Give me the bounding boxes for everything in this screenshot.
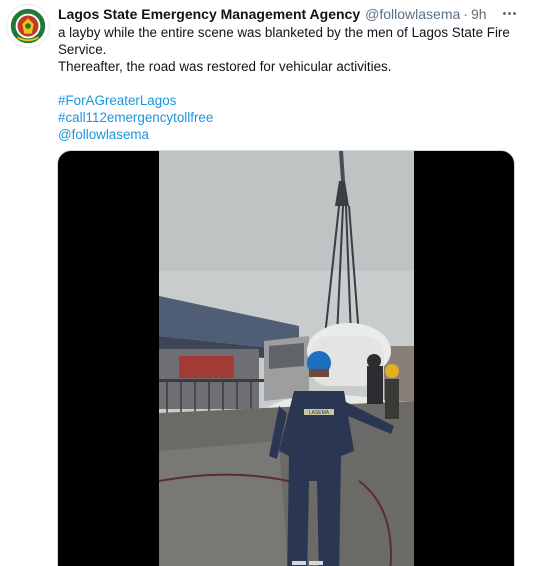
vest-text: LASEMA — [309, 410, 330, 416]
mention-link[interactable]: @followlasema — [58, 127, 149, 142]
hashtag-link[interactable]: #call112emergencytollfree — [58, 110, 213, 125]
display-name[interactable]: Lagos State Emergency Management Agency — [58, 6, 360, 22]
tweet-line: Thereafter, the road was restored for ve… — [58, 59, 392, 74]
tweet-media-video[interactable]: LASEMA — [57, 150, 515, 566]
hashtag-link[interactable]: #ForAGreaterLagos — [58, 93, 176, 108]
tweet-line: Service. — [58, 42, 107, 57]
tweet-text: a layby while the entire scene was blank… — [58, 24, 520, 143]
user-handle[interactable]: @followlasema — [365, 6, 460, 22]
video-frame[interactable]: LASEMA — [159, 151, 414, 566]
lasema-seal-icon[interactable] — [6, 4, 50, 48]
video-scene: LASEMA — [159, 151, 414, 566]
tweet-header: Lagos State Emergency Management Agency … — [58, 4, 487, 24]
tweet[interactable]: Lagos State Emergency Management Agency … — [0, 0, 534, 566]
separator-dot: · — [463, 6, 468, 22]
tweet-line: a layby while the entire scene was blank… — [58, 25, 510, 40]
timestamp[interactable]: 9h — [471, 6, 487, 22]
more-dots-icon[interactable] — [498, 6, 520, 20]
